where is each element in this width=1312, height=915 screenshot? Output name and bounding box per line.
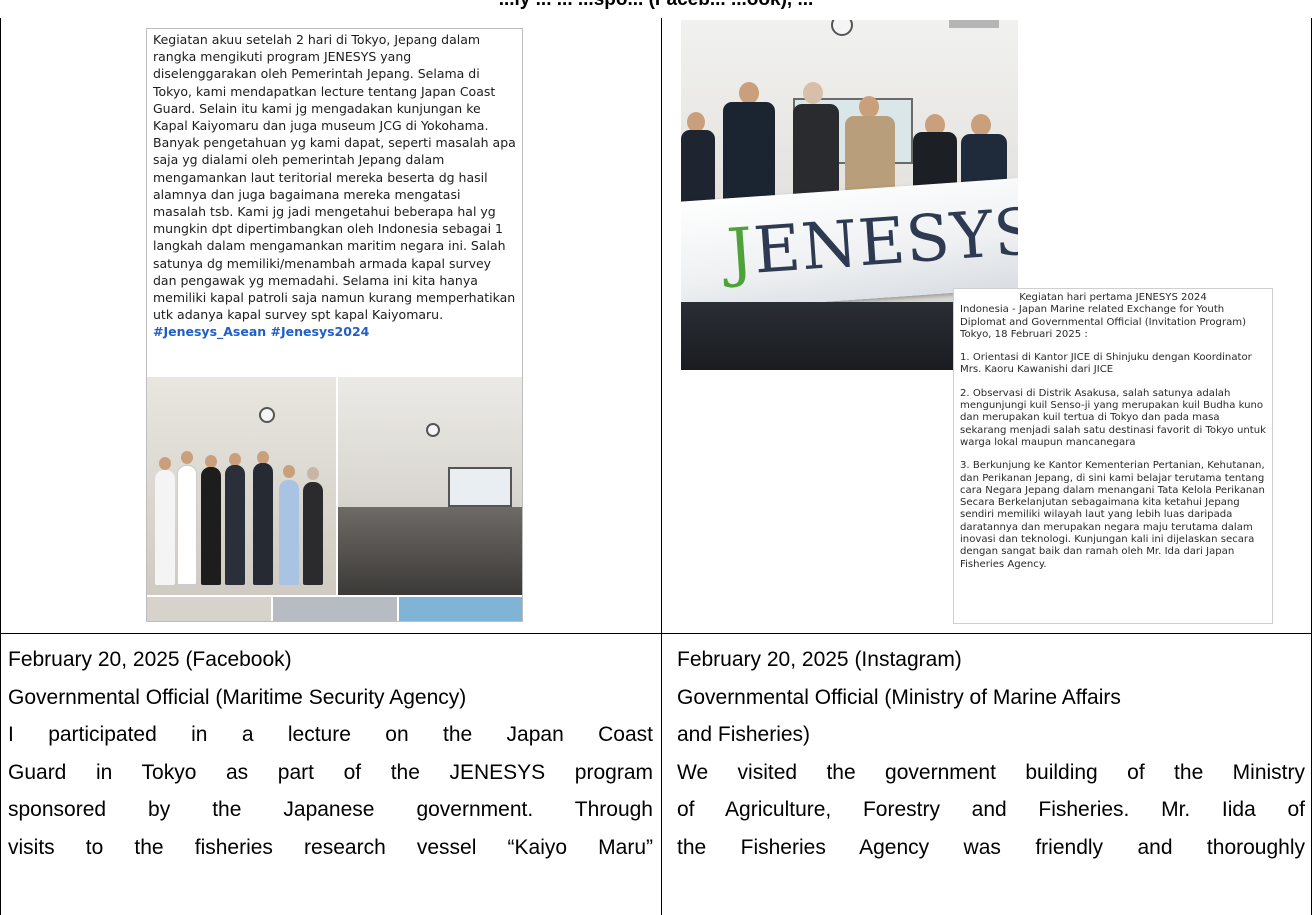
- audience-silhouettes: [338, 507, 522, 595]
- person-figure: [253, 463, 273, 585]
- left-role-line: Governmental Official (Maritime Security…: [8, 685, 467, 709]
- left-body-line: I participated in a lecture on the Japan…: [8, 723, 653, 746]
- left-body-line: sponsored by the Japanese government. Th…: [8, 798, 653, 821]
- caption-item-3: 3. Berkunjung ke Kantor Kementerian Pert…: [960, 460, 1265, 570]
- facebook-post-body: Kegiatan akuu setelah 2 hari di Tokyo, J…: [153, 32, 516, 323]
- right-body-line: of Agriculture, Forestry and Fisheries. …: [677, 798, 1305, 821]
- person-head: [283, 465, 295, 478]
- person-head: [803, 82, 823, 104]
- left-date-line: February 20, 2025 (Facebook): [8, 648, 292, 671]
- right-body-line: We visited the government building of th…: [677, 760, 1305, 784]
- facebook-post-text: Kegiatan akuu setelah 2 hari di Tokyo, J…: [147, 29, 522, 341]
- person-head: [971, 114, 991, 136]
- caption-title: Kegiatan hari pertama JENESYS 2024: [1019, 292, 1207, 303]
- person-figure: [177, 465, 197, 585]
- table-column-divider: [661, 18, 662, 915]
- table-row-divider: [0, 633, 1312, 634]
- photo-classroom-session: [338, 377, 522, 595]
- jenesys-banner-text: JENESYS: [725, 195, 1018, 291]
- right-role-line-cont: and Fisheries): [677, 723, 811, 746]
- right-date-line: February 20, 2025 (Instagram): [677, 648, 962, 671]
- thumbnail-photo-2: [273, 597, 397, 621]
- person-figure: [201, 467, 221, 585]
- right-body-line: the Fisheries Agency was friendly and th…: [677, 835, 1305, 859]
- person-head: [181, 451, 193, 464]
- ceiling-vent: [949, 20, 999, 28]
- facebook-post-hashtags: #Jenesys_Asean #Jenesys2024: [153, 324, 370, 340]
- left-description-cell: February 20, 2025 (Facebook) Governmenta…: [8, 641, 653, 866]
- person-figure: [303, 482, 323, 585]
- person-figure: [225, 465, 245, 585]
- top-heading-strip: ...ly ... ... ...spo... (Faceb... ...ook…: [0, 0, 1312, 18]
- top-heading-text: ...ly ... ... ...spo... (Faceb... ...ook…: [0, 0, 1312, 12]
- right-description-cell: February 20, 2025 (Instagram) Government…: [677, 641, 1305, 866]
- group-photo-lecture-room: [147, 377, 336, 595]
- presentation-screen: [448, 467, 512, 507]
- left-body-line: visits to the fisheries research vessel …: [8, 835, 653, 859]
- left-body-line: Guard in Tokyo as part of the JENESYS pr…: [8, 760, 653, 784]
- right-role-line: Governmental Official (Ministry of Marin…: [677, 685, 1121, 709]
- person-head: [159, 457, 171, 470]
- wall-clock-icon: [426, 423, 440, 437]
- person-figure: [279, 480, 299, 585]
- person-figure: [155, 470, 175, 585]
- person-head: [687, 112, 705, 132]
- caption-item-1: 1. Orientasi di Kantor JICE di Shinjuku …: [960, 352, 1252, 376]
- caption-intro: Indonesia - Japan Marine related Exchang…: [960, 304, 1247, 340]
- person-head: [739, 82, 759, 104]
- person-head: [859, 96, 879, 118]
- thumbnail-photo-1: [147, 597, 271, 621]
- instagram-caption-box: Kegiatan hari pertama JENESYS 2024 Indon…: [953, 288, 1273, 624]
- jenesys-banner-rest: ENESYS: [751, 194, 1018, 289]
- facebook-post-screenshot: Kegiatan akuu setelah 2 hari di Tokyo, J…: [146, 28, 523, 622]
- caption-item-2: 2. Observasi di Distrik Asakusa, salah s…: [960, 387, 1266, 448]
- wall-clock-icon: [831, 20, 853, 36]
- wall-clock-icon: [259, 407, 275, 423]
- person-head: [307, 467, 319, 480]
- facebook-photo-grid: [147, 377, 522, 621]
- thumbnail-photo-3: [399, 597, 522, 621]
